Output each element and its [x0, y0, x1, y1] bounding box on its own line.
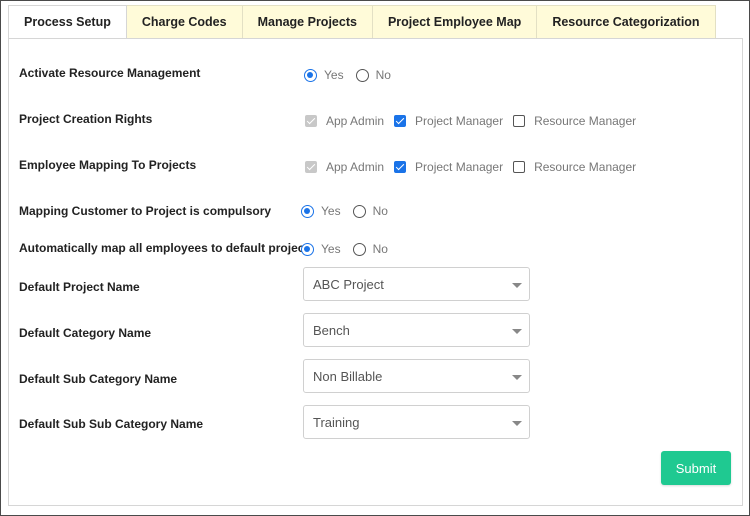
mapping-customer-no-radio[interactable]	[352, 204, 366, 218]
project-creation-project-manager-label: Project Manager	[415, 114, 504, 128]
auto-map-options: Yes No	[301, 242, 400, 256]
activate-resource-yes-radio[interactable]	[304, 68, 317, 82]
submit-button[interactable]: Submit	[661, 451, 731, 485]
activate-resource-no-radio[interactable]	[355, 68, 369, 82]
project-creation-options: App Admin Project Manager Resource Manag…	[305, 114, 646, 128]
activate-resource-yes-label: Yes	[324, 68, 344, 82]
project-creation-resource-manager-label: Resource Manager	[534, 114, 637, 128]
employee-mapping-project-manager-label: Project Manager	[415, 160, 504, 174]
project-creation-app-admin-label: App Admin	[326, 114, 385, 128]
chevron-down-icon	[512, 421, 522, 426]
employee-mapping-app-admin-label: App Admin	[326, 160, 385, 174]
tab-process-setup[interactable]: Process Setup	[8, 5, 127, 39]
default-project-select[interactable]: ABC Project	[303, 267, 530, 301]
employee-mapping-app-admin-checkbox	[305, 161, 317, 173]
employee-mapping-label: Employee Mapping To Projects	[19, 158, 197, 172]
default-sub-sub-category-value: Training	[313, 414, 360, 430]
tab-bar: Process Setup Charge Codes Manage Projec…	[8, 5, 716, 39]
mapping-customer-yes-radio[interactable]	[301, 204, 314, 218]
auto-map-yes-radio[interactable]	[301, 242, 314, 256]
tab-manage-projects[interactable]: Manage Projects	[242, 5, 373, 39]
default-sub-category-select[interactable]: Non Billable	[303, 359, 530, 393]
default-sub-category-label: Default Sub Category Name	[19, 372, 178, 386]
default-sub-category-value: Non Billable	[313, 368, 383, 384]
employee-mapping-project-manager-checkbox[interactable]	[394, 161, 407, 173]
mapping-customer-no-label: No	[372, 204, 388, 218]
project-creation-label: Project Creation Rights	[19, 112, 153, 126]
mapping-customer-label: Mapping Customer to Project is compulsor…	[19, 204, 272, 218]
default-category-label: Default Category Name	[19, 326, 152, 340]
project-creation-project-manager-checkbox[interactable]	[394, 115, 407, 127]
mapping-customer-yes-label: Yes	[321, 204, 341, 218]
default-sub-sub-category-label: Default Sub Sub Category Name	[19, 417, 204, 431]
project-creation-app-admin-checkbox	[305, 115, 317, 127]
default-category-value: Bench	[313, 322, 350, 338]
chevron-down-icon	[512, 283, 522, 288]
tab-resource-categorization[interactable]: Resource Categorization	[537, 5, 716, 39]
employee-mapping-resource-manager-label: Resource Manager	[534, 160, 637, 174]
default-project-value: ABC Project	[313, 276, 384, 292]
project-creation-resource-manager-checkbox[interactable]	[513, 115, 526, 127]
activate-resource-label: Activate Resource Management	[19, 66, 201, 80]
default-sub-sub-category-select[interactable]: Training	[303, 405, 530, 439]
auto-map-no-label: No	[372, 242, 388, 256]
auto-map-label: Automatically map all employees to defau…	[19, 241, 309, 255]
tab-charge-codes[interactable]: Charge Codes	[126, 5, 243, 39]
auto-map-no-radio[interactable]	[352, 242, 366, 256]
activate-resource-no-label: No	[375, 68, 391, 82]
employee-mapping-resource-manager-checkbox[interactable]	[513, 161, 526, 173]
auto-map-yes-label: Yes	[321, 242, 341, 256]
default-project-label: Default Project Name	[19, 280, 140, 294]
default-category-select[interactable]: Bench	[303, 313, 530, 347]
activate-resource-options: Yes No	[304, 68, 403, 82]
employee-mapping-options: App Admin Project Manager Resource Manag…	[305, 160, 646, 174]
tab-project-employee-map[interactable]: Project Employee Map	[372, 5, 538, 39]
chevron-down-icon	[512, 375, 522, 380]
mapping-customer-options: Yes No	[301, 204, 400, 218]
chevron-down-icon	[512, 329, 522, 334]
